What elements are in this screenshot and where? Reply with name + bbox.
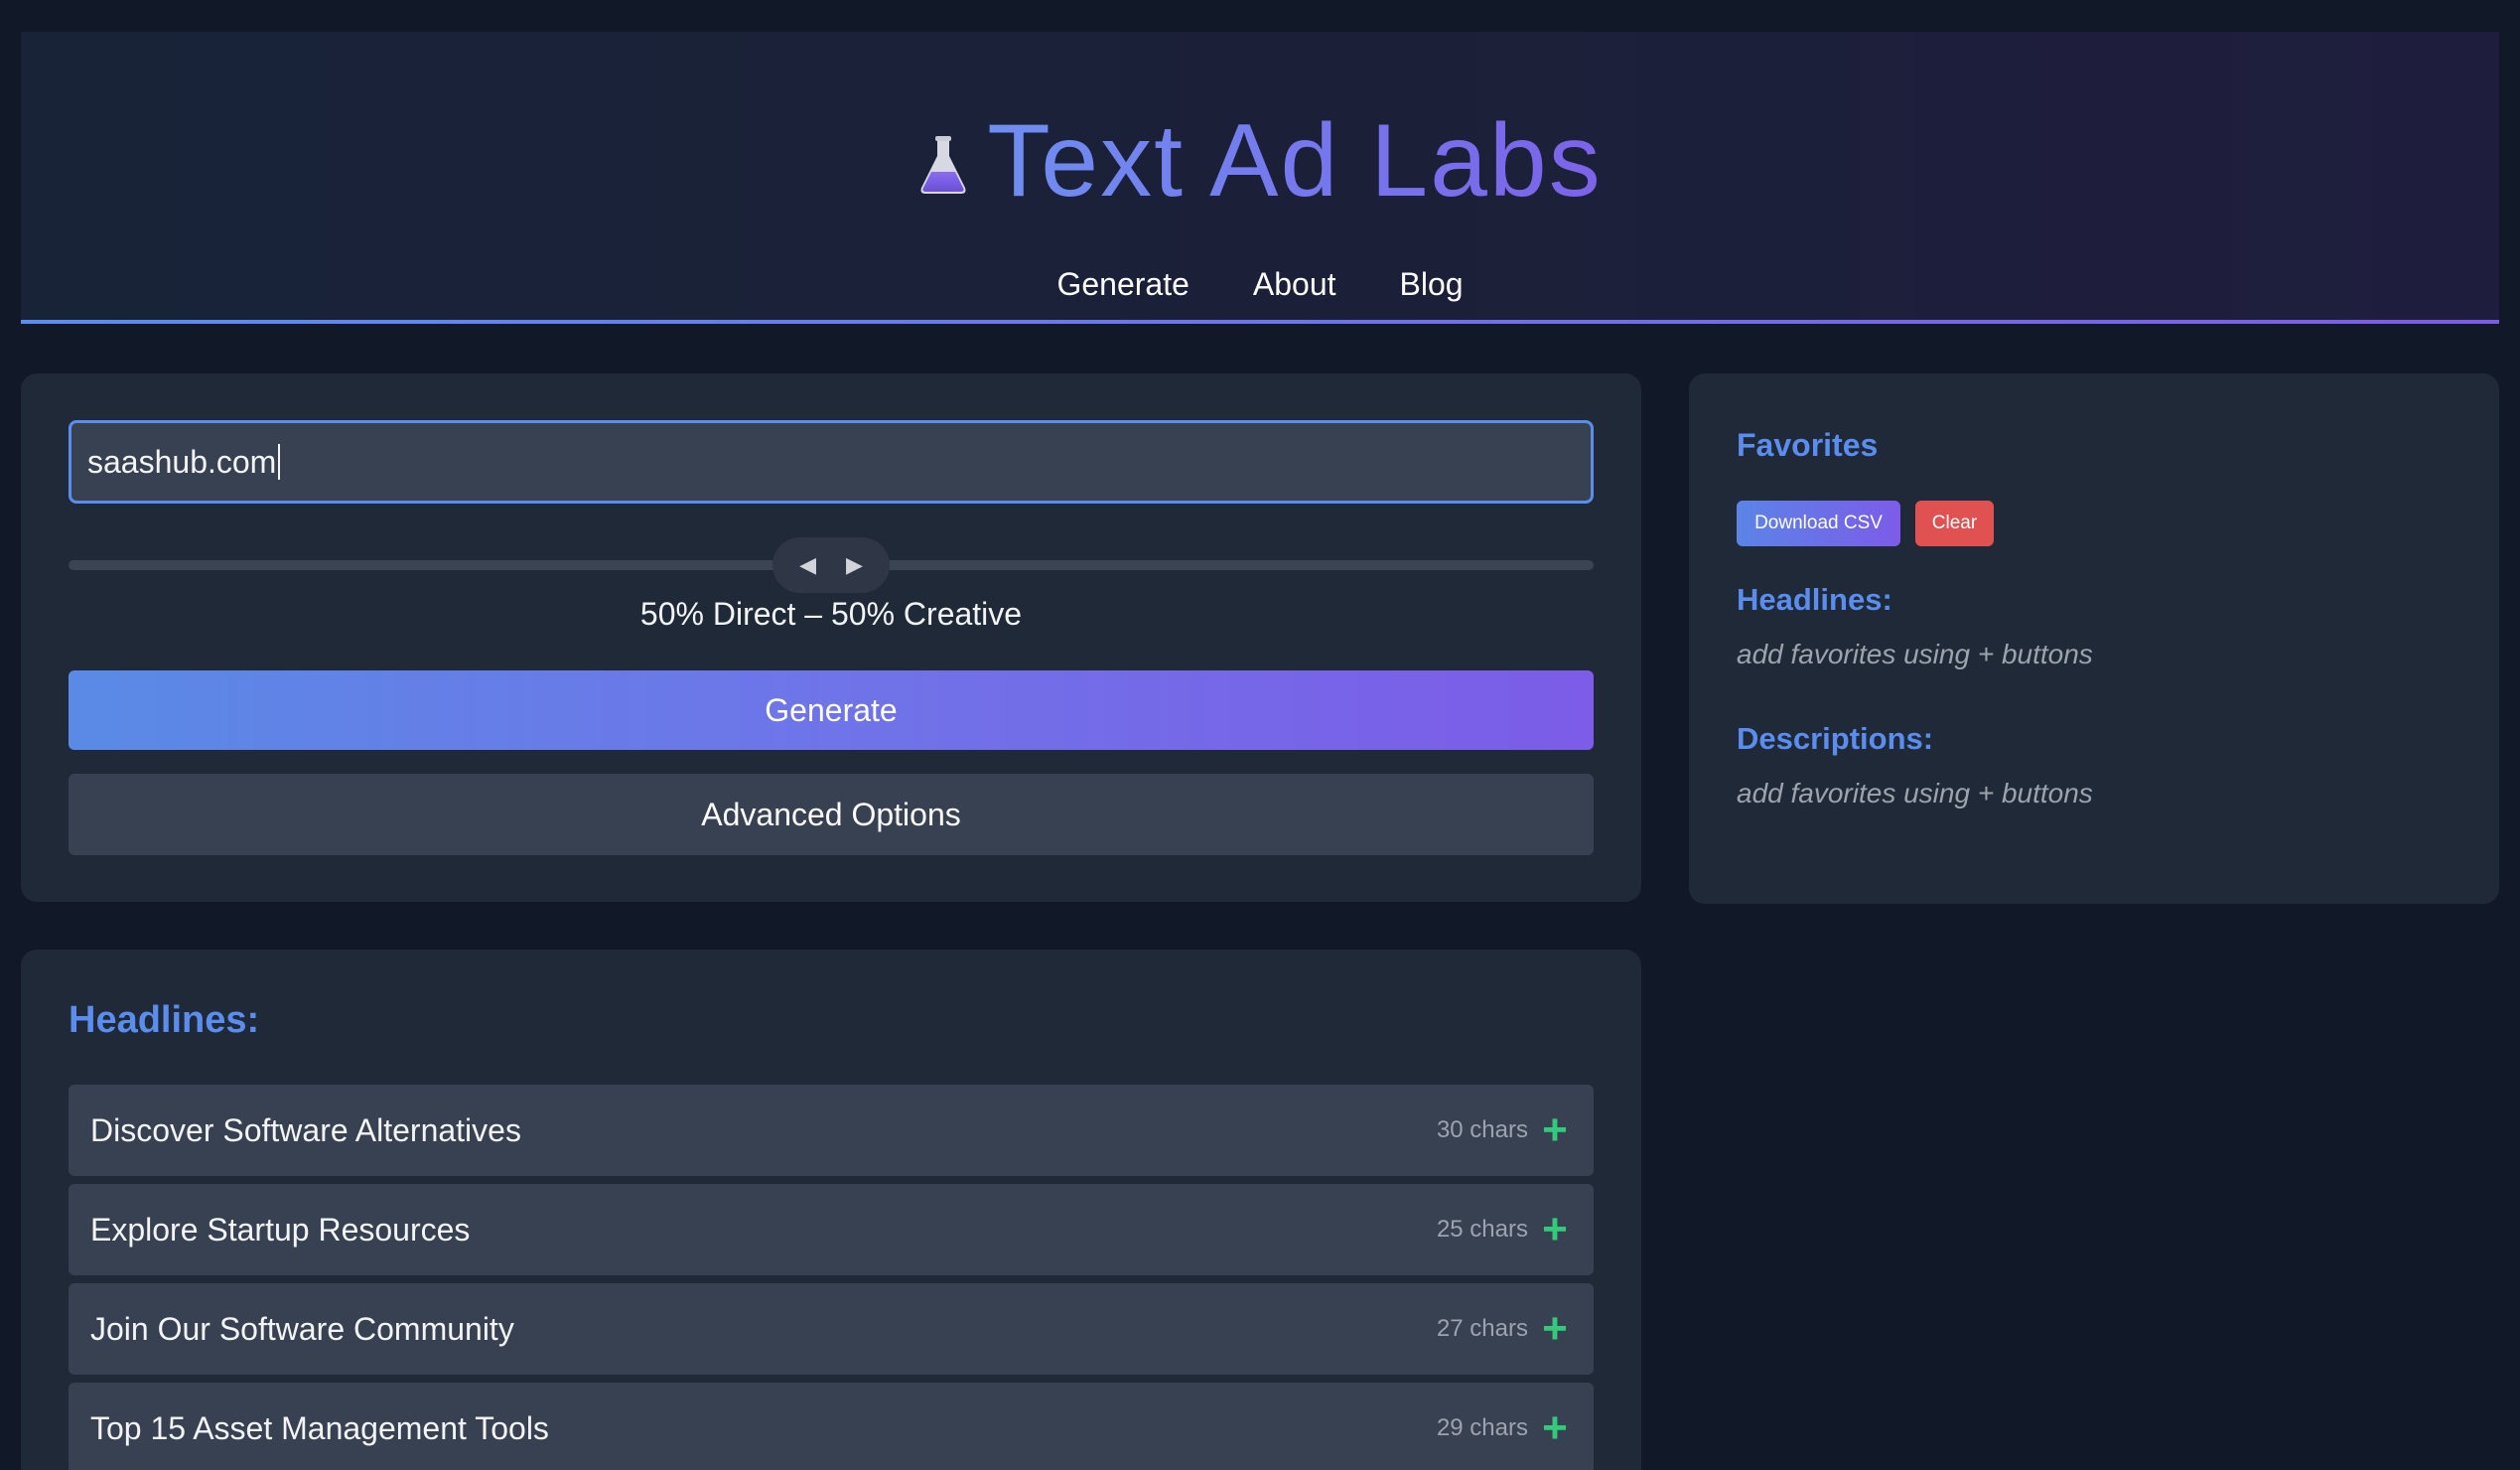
headline-text: Join Our Software Community (90, 1310, 514, 1347)
headline-text: Discover Software Alternatives (90, 1111, 521, 1148)
headlines-title: Headlines: (69, 999, 260, 1041)
nav-blog[interactable]: Blog (1400, 266, 1464, 303)
add-favorite-plus-icon[interactable]: + (1540, 1406, 1570, 1450)
favorites-headlines-empty: add favorites using + buttons (1737, 639, 2093, 669)
arrow-left-icon: ◀ (799, 552, 816, 577)
generate-button[interactable]: Generate (69, 670, 1594, 750)
headline-meta: 29 chars + (1437, 1406, 1570, 1450)
tone-slider-label: 50% Direct – 50% Creative (639, 596, 1023, 632)
nav-generate[interactable]: Generate (1056, 266, 1189, 303)
favorites-descriptions-empty: add favorites using + buttons (1737, 778, 2093, 808)
page: Text Ad Labs Generate About Blog saashub… (0, 0, 2520, 1470)
favorites-descriptions-label: Descriptions: (1737, 721, 1934, 756)
headline-meta: 27 chars + (1437, 1307, 1570, 1351)
add-favorite-plus-icon[interactable]: + (1540, 1307, 1570, 1351)
brand-title: Text Ad Labs (987, 103, 1603, 219)
headline-row: Discover Software Alternatives 30 chars … (69, 1085, 1594, 1176)
url-input[interactable]: saashub.com (69, 420, 1594, 504)
generator-card: saashub.com ◀ ▶ 50% Direct – 50% Creativ… (21, 373, 1641, 902)
headline-meta: 25 chars + (1437, 1208, 1570, 1251)
text-caret (278, 444, 281, 480)
char-count: 29 chars (1436, 1414, 1528, 1441)
clear-favorites-button[interactable]: Clear (1915, 501, 1994, 546)
headline-text: Top 15 Asset Management Tools (90, 1409, 549, 1446)
arrow-right-icon: ▶ (846, 552, 863, 577)
headline-row: Explore Startup Resources 25 chars + (69, 1184, 1594, 1275)
headlines-card: Headlines: Discover Software Alternative… (21, 950, 1641, 1470)
favorites-card: Favorites Download CSV Clear Headlines: … (1689, 373, 2499, 904)
add-favorite-plus-icon[interactable]: + (1540, 1108, 1570, 1152)
headline-text: Explore Startup Resources (90, 1211, 471, 1248)
favorites-title: Favorites (1737, 427, 1879, 463)
headline-row: Join Our Software Community 27 chars + (69, 1283, 1594, 1375)
main-nav: Generate About Blog (21, 266, 2499, 303)
char-count: 25 chars (1436, 1216, 1528, 1243)
flask-icon (920, 136, 966, 194)
char-count: 27 chars (1436, 1315, 1528, 1342)
advanced-options-button[interactable]: Advanced Options (69, 774, 1594, 855)
nav-about[interactable]: About (1253, 266, 1336, 303)
brand[interactable]: Text Ad Labs (21, 109, 2499, 213)
char-count: 30 chars (1436, 1116, 1528, 1143)
url-input-value: saashub.com (87, 443, 277, 480)
tone-slider-thumb[interactable]: ◀ ▶ (772, 537, 890, 593)
download-csv-button[interactable]: Download CSV (1737, 501, 1900, 546)
site-header: Text Ad Labs Generate About Blog (21, 32, 2499, 324)
add-favorite-plus-icon[interactable]: + (1540, 1208, 1570, 1251)
headline-row: Top 15 Asset Management Tools 29 chars + (69, 1383, 1594, 1470)
headline-meta: 30 chars + (1437, 1108, 1570, 1152)
favorites-headlines-label: Headlines: (1737, 582, 1892, 617)
